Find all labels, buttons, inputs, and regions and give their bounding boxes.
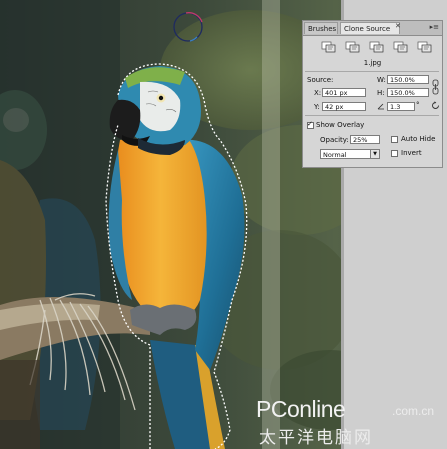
opacity-field[interactable]: 25% bbox=[350, 135, 380, 144]
watermark-chinese: 太平洋电脑网 bbox=[259, 428, 373, 448]
clone-source-panel: Brushes Clone Source ✕ ▸≡ 1.jpg Source: … bbox=[302, 20, 443, 168]
show-overlay-checkbox[interactable] bbox=[307, 120, 314, 129]
source-file-name: 1.jpg bbox=[363, 59, 382, 67]
source-label: Source: bbox=[307, 76, 334, 84]
blend-mode-select[interactable]: Normal ▼ bbox=[320, 149, 380, 159]
clone-source-4-icon[interactable] bbox=[393, 41, 409, 53]
tab-brushes[interactable]: Brushes bbox=[304, 22, 338, 34]
panel-menu-icon[interactable]: ▸≡ bbox=[430, 23, 439, 31]
width-scale-label: W: bbox=[377, 76, 386, 84]
panel-tab-bar: Brushes Clone Source ✕ ▸≡ bbox=[303, 21, 442, 36]
height-scale-field[interactable]: 150.0% bbox=[387, 88, 429, 97]
x-offset-field[interactable]: 401 px bbox=[322, 88, 366, 97]
divider bbox=[305, 115, 439, 116]
blend-mode-value: Normal bbox=[323, 151, 347, 159]
clone-source-2-icon[interactable] bbox=[345, 41, 361, 53]
angle-icon bbox=[377, 103, 384, 110]
clone-source-5-icon[interactable] bbox=[417, 41, 433, 53]
auto-hide-label: Auto Hide bbox=[401, 135, 436, 143]
chevron-down-icon: ▼ bbox=[370, 150, 379, 158]
watermark: PConline .com.cn 太平洋电脑网 bbox=[256, 396, 441, 448]
clone-source-1-icon[interactable] bbox=[321, 41, 337, 53]
y-offset-field[interactable]: 42 px bbox=[322, 102, 366, 111]
width-scale-field[interactable]: 150.0% bbox=[387, 75, 429, 84]
invert-label: Invert bbox=[401, 149, 422, 157]
opacity-label: Opacity: bbox=[320, 136, 349, 144]
watermark-brand: PConline bbox=[256, 396, 346, 422]
tab-clone-source[interactable]: Clone Source bbox=[340, 22, 400, 34]
x-offset-label: X: bbox=[314, 89, 322, 97]
invert-checkbox[interactable] bbox=[391, 150, 398, 157]
close-icon[interactable]: ✕ bbox=[395, 22, 401, 30]
watermark-domain: .com.cn bbox=[392, 404, 435, 418]
auto-hide-checkbox[interactable] bbox=[391, 136, 398, 143]
y-offset-label: Y: bbox=[314, 103, 320, 111]
reset-transform-icon[interactable] bbox=[431, 101, 440, 110]
photoshop-workspace: Brushes Clone Source ✕ ▸≡ 1.jpg Source: … bbox=[0, 0, 447, 449]
angle-unit-label: ° bbox=[416, 101, 420, 109]
rotation-angle-field[interactable]: 1.3 bbox=[387, 102, 415, 111]
show-overlay-label: Show Overlay bbox=[316, 121, 365, 129]
height-scale-label: H: bbox=[377, 89, 385, 97]
divider bbox=[305, 71, 439, 72]
clone-source-3-icon[interactable] bbox=[369, 41, 385, 53]
link-icon[interactable] bbox=[432, 79, 439, 95]
